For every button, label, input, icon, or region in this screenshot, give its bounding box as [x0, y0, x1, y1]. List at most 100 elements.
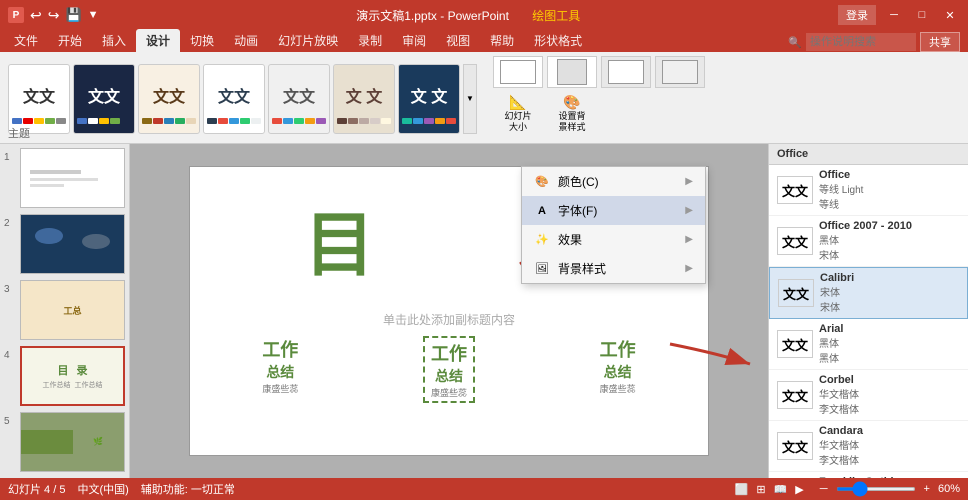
- view-presenter-icon[interactable]: ▶: [795, 483, 803, 496]
- tab-file[interactable]: 文件: [4, 29, 48, 52]
- font-info-franklin: Franklin Gothic 宋书 李文楷体: [819, 476, 960, 478]
- bg-arrow: ▶: [685, 263, 693, 274]
- view-normal-icon[interactable]: ⬜: [735, 483, 749, 496]
- slide-size-thumb-3[interactable]: [601, 56, 651, 88]
- restore-btn[interactable]: □: [912, 5, 932, 25]
- share-btn[interactable]: 共享: [920, 32, 960, 52]
- slide-image-1[interactable]: [20, 148, 125, 208]
- slide-num-4: 4: [4, 350, 16, 361]
- font-item-calibri[interactable]: 文文 Calibri 宋体 宋体: [769, 267, 968, 319]
- font-info-calibri: Calibri 宋体 宋体: [820, 272, 959, 314]
- tab-animation[interactable]: 动画: [224, 29, 268, 52]
- theme-swatch-6[interactable]: 文 文: [333, 64, 395, 134]
- tab-design[interactable]: 设计: [136, 29, 180, 52]
- dropdown-item-font[interactable]: A 字体(F) ▶: [522, 196, 705, 225]
- slide-size-thumb-4[interactable]: [655, 56, 705, 88]
- dropdown-menu: 🎨 颜色(C) ▶ A 字体(F) ▶ ✨ 效果 ▶ 🖼 背景样式 ▶: [521, 166, 706, 284]
- zoom-plus-btn[interactable]: +: [924, 483, 930, 495]
- dropdown-menu-container: 🎨 颜色(C) ▶ A 字体(F) ▶ ✨ 效果 ▶ 🖼 背景样式 ▶: [521, 166, 706, 284]
- zoom-slider[interactable]: [836, 487, 916, 491]
- slide-image-3[interactable]: 工总: [20, 280, 125, 340]
- slide-image-2[interactable]: [20, 214, 125, 274]
- slide-thumb-1[interactable]: 1: [4, 148, 125, 208]
- dropdown-item-bg[interactable]: 🖼 背景样式 ▶: [522, 254, 705, 283]
- font-label: 字体(F): [558, 202, 597, 219]
- theme-swatch-3[interactable]: 文文: [138, 64, 200, 134]
- effect-icon: ✨: [534, 233, 550, 246]
- language-indicator: 中文(中国): [77, 481, 128, 497]
- tab-review[interactable]: 审阅: [392, 29, 436, 52]
- slide-num-2: 2: [4, 218, 16, 229]
- theme-swatch-5[interactable]: 文文: [268, 64, 330, 134]
- tab-shape-format[interactable]: 形状格式: [524, 29, 592, 52]
- theme-swatch-7[interactable]: 文 文: [398, 64, 460, 134]
- effect-arrow: ▶: [685, 234, 693, 245]
- canvas-char-mu: 目: [305, 189, 375, 290]
- ribbon-tabs: 文件 开始 插入 设计 切换 动画 幻灯片放映 录制 审阅 视图 帮助 形状格式…: [0, 30, 968, 52]
- font-info-office2007: Office 2007 - 2010 黑体 宋体: [819, 220, 960, 262]
- bg-style-btn[interactable]: 🎨 设置背 景样式: [547, 92, 597, 135]
- save-btn[interactable]: 💾: [65, 7, 81, 23]
- search-input[interactable]: [806, 33, 916, 51]
- view-reading-icon[interactable]: 📖: [774, 483, 788, 496]
- color-arrow: ▶: [685, 176, 693, 187]
- minimize-btn[interactable]: ─: [884, 5, 904, 25]
- tab-home[interactable]: 开始: [48, 29, 92, 52]
- status-right: ⬜ ⊞ 📖 ▶ ─ + 60%: [735, 483, 960, 496]
- canvas-subtitle[interactable]: 单击此处添加副标题内容: [190, 311, 708, 328]
- tab-record[interactable]: 录制: [348, 29, 392, 52]
- font-info-corbel: Corbel 华文楷体 李文楷体: [819, 374, 960, 416]
- slide-size-thumb-2[interactable]: [547, 56, 597, 88]
- slide-panel: 1 2 3 工总: [0, 144, 130, 478]
- slide-num-3: 3: [4, 284, 16, 295]
- theme-swatch-4[interactable]: 文文: [203, 64, 265, 134]
- bg-icon: 🖼: [534, 262, 550, 275]
- canvas-item-2: 工作 总结 康盛些蕊: [423, 336, 475, 403]
- font-preview-candara: 文文: [777, 432, 813, 460]
- tab-view[interactable]: 视图: [436, 29, 480, 52]
- font-item-office[interactable]: 文文 Office 等线 Light 等线: [769, 165, 968, 216]
- dropdown-item-color[interactable]: 🎨 颜色(C) ▶: [522, 167, 705, 196]
- swatch-scroll-btn[interactable]: ▼: [463, 64, 477, 134]
- effect-label: 效果: [558, 231, 582, 248]
- tab-slideshow[interactable]: 幻灯片放映: [268, 29, 348, 52]
- slide-thumb-2[interactable]: 2: [4, 214, 125, 274]
- tab-transition[interactable]: 切换: [180, 29, 224, 52]
- dropdown-item-effect[interactable]: ✨ 效果 ▶: [522, 225, 705, 254]
- slide-thumb-4[interactable]: 4 目录 工作总结工作总结: [4, 346, 125, 406]
- slide-image-5[interactable]: 🌿: [20, 412, 125, 472]
- zoom-minus-btn[interactable]: ─: [820, 483, 828, 495]
- theme-swatch-1[interactable]: 文文: [8, 64, 70, 134]
- slide-image-4[interactable]: 目录 工作总结工作总结: [20, 346, 125, 406]
- bg-label: 背景样式: [558, 260, 606, 277]
- color-icon: 🎨: [534, 175, 550, 188]
- undo-btn[interactable]: ↩: [30, 7, 42, 24]
- font-item-office2007[interactable]: 文文 Office 2007 - 2010 黑体 宋体: [769, 216, 968, 267]
- tab-help[interactable]: 帮助: [480, 29, 524, 52]
- font-item-corbel[interactable]: 文文 Corbel 华文楷体 李文楷体: [769, 370, 968, 421]
- view-slidesorter-icon[interactable]: ⊞: [756, 483, 765, 496]
- slide-num-1: 1: [4, 152, 16, 163]
- font-info-office: Office 等线 Light 等线: [819, 169, 960, 211]
- font-panel: Office 文文 Office 等线 Light 等线 文文 Office 2…: [768, 144, 968, 478]
- tool-label: 绘图工具: [532, 9, 580, 23]
- slide-thumb-3[interactable]: 3 工总: [4, 280, 125, 340]
- more-tools-btn[interactable]: ▼: [88, 9, 99, 21]
- font-menu-icon: A: [534, 205, 550, 217]
- font-item-candara[interactable]: 文文 Candara 华文楷体 李文楷体: [769, 421, 968, 472]
- slide-size-btn[interactable]: 📐 幻灯片 大小: [493, 92, 543, 135]
- font-item-arial[interactable]: 文文 Arial 黑体 黑体: [769, 319, 968, 370]
- slide-size-thumb-1[interactable]: [493, 56, 543, 88]
- close-btn[interactable]: ✕: [940, 5, 960, 25]
- redo-btn[interactable]: ↪: [48, 7, 60, 24]
- font-preview-arial: 文文: [777, 330, 813, 358]
- tab-insert[interactable]: 插入: [92, 29, 136, 52]
- login-btn[interactable]: 登录: [838, 5, 876, 25]
- slide-num-5: 5: [4, 416, 16, 427]
- slide-thumb-5[interactable]: 5 🌿: [4, 412, 125, 472]
- font-preview-office2007: 文文: [777, 227, 813, 255]
- main-area: 1 2 3 工总: [0, 144, 968, 478]
- title-bar-right: 登录 ─ □ ✕: [838, 5, 960, 25]
- font-item-franklin[interactable]: 文文 Franklin Gothic 宋书 李文楷体: [769, 472, 968, 478]
- theme-swatch-2[interactable]: 文文: [73, 64, 135, 134]
